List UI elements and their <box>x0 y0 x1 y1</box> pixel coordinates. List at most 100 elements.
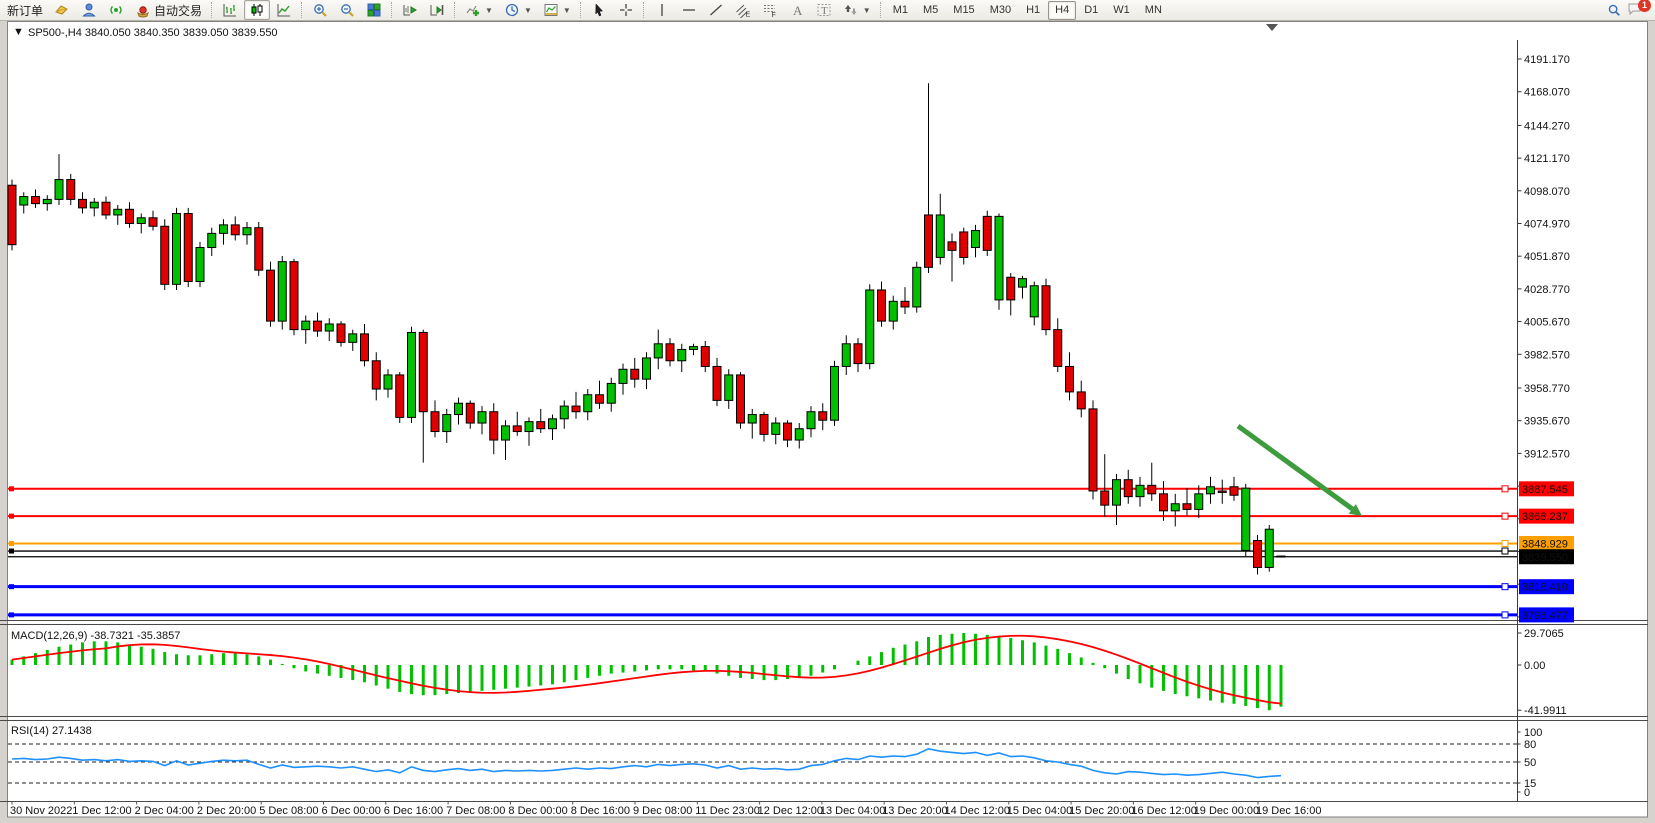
cursor-button[interactable] <box>586 0 612 20</box>
horizontal-line-icon <box>681 2 697 18</box>
autotrading-icon <box>135 2 151 18</box>
price-label-3818-410: 3818.410 <box>1519 579 1574 594</box>
timeframe-d1-button[interactable]: D1 <box>1077 1 1105 20</box>
text-label-button[interactable]: T <box>811 0 837 20</box>
svg-text:7 Dec 08:00: 7 Dec 08:00 <box>446 805 505 817</box>
signals-button[interactable] <box>103 0 129 20</box>
svg-text:0: 0 <box>1524 787 1530 799</box>
price-label-3798-477: 3798.477 <box>1519 607 1574 622</box>
trendline-icon <box>708 2 724 18</box>
auto-scroll-icon <box>402 2 418 18</box>
svg-text:13 Dec 20:00: 13 Dec 20:00 <box>882 805 947 817</box>
text-label-icon: T <box>816 2 832 18</box>
timeframe-m1-button[interactable]: M1 <box>886 1 915 20</box>
svg-text:12 Dec 12:00: 12 Dec 12:00 <box>758 805 823 817</box>
crosshair-icon <box>618 2 634 18</box>
svg-text:4191.170: 4191.170 <box>1524 54 1570 66</box>
price-label-3839-550: 3839.550 <box>1519 549 1574 564</box>
svg-text:3798.477: 3798.477 <box>1522 610 1568 622</box>
toolbar-separator <box>454 2 456 18</box>
timeframe-m30-button[interactable]: M30 <box>983 1 1018 20</box>
svg-text:2 Dec 04:00: 2 Dec 04:00 <box>135 805 194 817</box>
macd-indicator-label: MACD(12,26,9) -38.7321 -35.3857 <box>11 630 180 642</box>
svg-text:3848.929: 3848.929 <box>1522 538 1568 550</box>
chevron-down-icon: ▼ <box>863 6 871 15</box>
line-chart-button[interactable] <box>271 0 297 20</box>
autotrading-button[interactable]: 自动交易 <box>130 0 207 20</box>
svg-text:19 Dec 16:00: 19 Dec 16:00 <box>1256 805 1321 817</box>
svg-text:3935.670: 3935.670 <box>1524 416 1570 428</box>
indicators-button[interactable]: ▼ <box>460 0 498 20</box>
svg-text:6 Dec 16:00: 6 Dec 16:00 <box>384 805 443 817</box>
svg-text:3982.570: 3982.570 <box>1524 349 1570 361</box>
crosshair-button[interactable] <box>613 0 639 20</box>
rsi-indicator-label: RSI(14) 27.1438 <box>11 725 92 737</box>
svg-text:3839.550: 3839.550 <box>1522 552 1568 564</box>
line-chart-icon <box>276 2 292 18</box>
svg-text:T: T <box>821 5 828 17</box>
candles-chart-button[interactable] <box>244 0 270 20</box>
svg-text:8 Dec 00:00: 8 Dec 00:00 <box>508 805 567 817</box>
chart-shift-icon <box>429 2 445 18</box>
one-click-trading-arrow-icon[interactable]: ▼ <box>13 26 24 38</box>
timeframe-h4-button[interactable]: H4 <box>1048 1 1076 20</box>
text-button[interactable]: A <box>784 0 810 20</box>
svg-text:-41.9911: -41.9911 <box>1524 705 1567 717</box>
chat-button[interactable]: 1 <box>1627 1 1647 19</box>
equidistant-channel-icon: E <box>735 2 751 18</box>
timeframe-m5-button[interactable]: M5 <box>916 1 945 20</box>
svg-text:11 Dec 23:00: 11 Dec 23:00 <box>695 805 760 817</box>
vertical-line-icon <box>654 2 670 18</box>
arrows-button[interactable]: ▼ <box>838 0 876 20</box>
tile-windows-button[interactable] <box>361 0 387 20</box>
timeframe-m15-button[interactable]: M15 <box>946 1 981 20</box>
horizontal-line-button[interactable] <box>676 0 702 20</box>
ticket-button[interactable] <box>49 0 75 20</box>
timeframe-mn-button[interactable]: MN <box>1138 1 1169 20</box>
toolbar-separator <box>880 2 882 18</box>
bars-chart-icon <box>222 2 238 18</box>
zoom-in-button[interactable] <box>307 0 333 20</box>
signals-icon <box>108 2 124 18</box>
price-label-3848-929: 3848.929 <box>1519 536 1574 551</box>
chart-window-frame <box>8 22 1648 818</box>
notification-badge: 1 <box>1638 0 1651 12</box>
search-icon[interactable] <box>1607 3 1621 17</box>
trendline-button[interactable] <box>703 0 729 20</box>
toolbar-separator <box>391 2 393 18</box>
new-order-button[interactable]: 新订单 <box>2 0 48 20</box>
zoom-out-button[interactable] <box>334 0 360 20</box>
fibonacci-button[interactable]: F <box>757 0 783 20</box>
timeframe-h1-button[interactable]: H1 <box>1019 1 1047 20</box>
vertical-line-button[interactable] <box>649 0 675 20</box>
svg-text:E: E <box>745 12 750 19</box>
svg-text:2 Dec 20:00: 2 Dec 20:00 <box>197 805 256 817</box>
svg-text:1 Dec 12:00: 1 Dec 12:00 <box>72 805 131 817</box>
svg-text:4074.970: 4074.970 <box>1524 218 1570 230</box>
toolbar-separator <box>580 2 582 18</box>
svg-text:3912.570: 3912.570 <box>1524 448 1570 460</box>
chart-shift-button[interactable] <box>424 0 450 20</box>
equidistant-channel-button[interactable]: E <box>730 0 756 20</box>
svg-text:3868.237: 3868.237 <box>1522 511 1568 523</box>
bars-chart-button[interactable] <box>217 0 243 20</box>
main-toolbar: 新订单 自动交易 <box>0 0 1655 21</box>
templates-button[interactable]: ▼ <box>538 0 576 20</box>
chevron-down-icon: ▼ <box>524 6 532 15</box>
timeframe-w1-button[interactable]: W1 <box>1106 1 1137 20</box>
auto-scroll-button[interactable] <box>397 0 423 20</box>
chart-canvas[interactable]: ▼ SP500-,H4 3840.050 3840.350 3839.050 3… <box>0 0 1655 823</box>
text-icon: A <box>789 2 805 18</box>
svg-text:4005.670: 4005.670 <box>1524 317 1570 329</box>
periods-button[interactable]: ▼ <box>499 0 537 20</box>
svg-text:15 Dec 04:00: 15 Dec 04:00 <box>1007 805 1072 817</box>
svg-text:4028.770: 4028.770 <box>1524 284 1570 296</box>
zoom-out-icon <box>339 2 355 18</box>
cursor-icon <box>591 2 607 18</box>
zoom-in-icon <box>312 2 328 18</box>
templates-icon <box>543 2 559 18</box>
svg-text:3958.770: 3958.770 <box>1524 383 1570 395</box>
profile-button[interactable] <box>76 0 102 20</box>
svg-text:50: 50 <box>1524 757 1536 769</box>
ticket-icon <box>54 2 70 18</box>
